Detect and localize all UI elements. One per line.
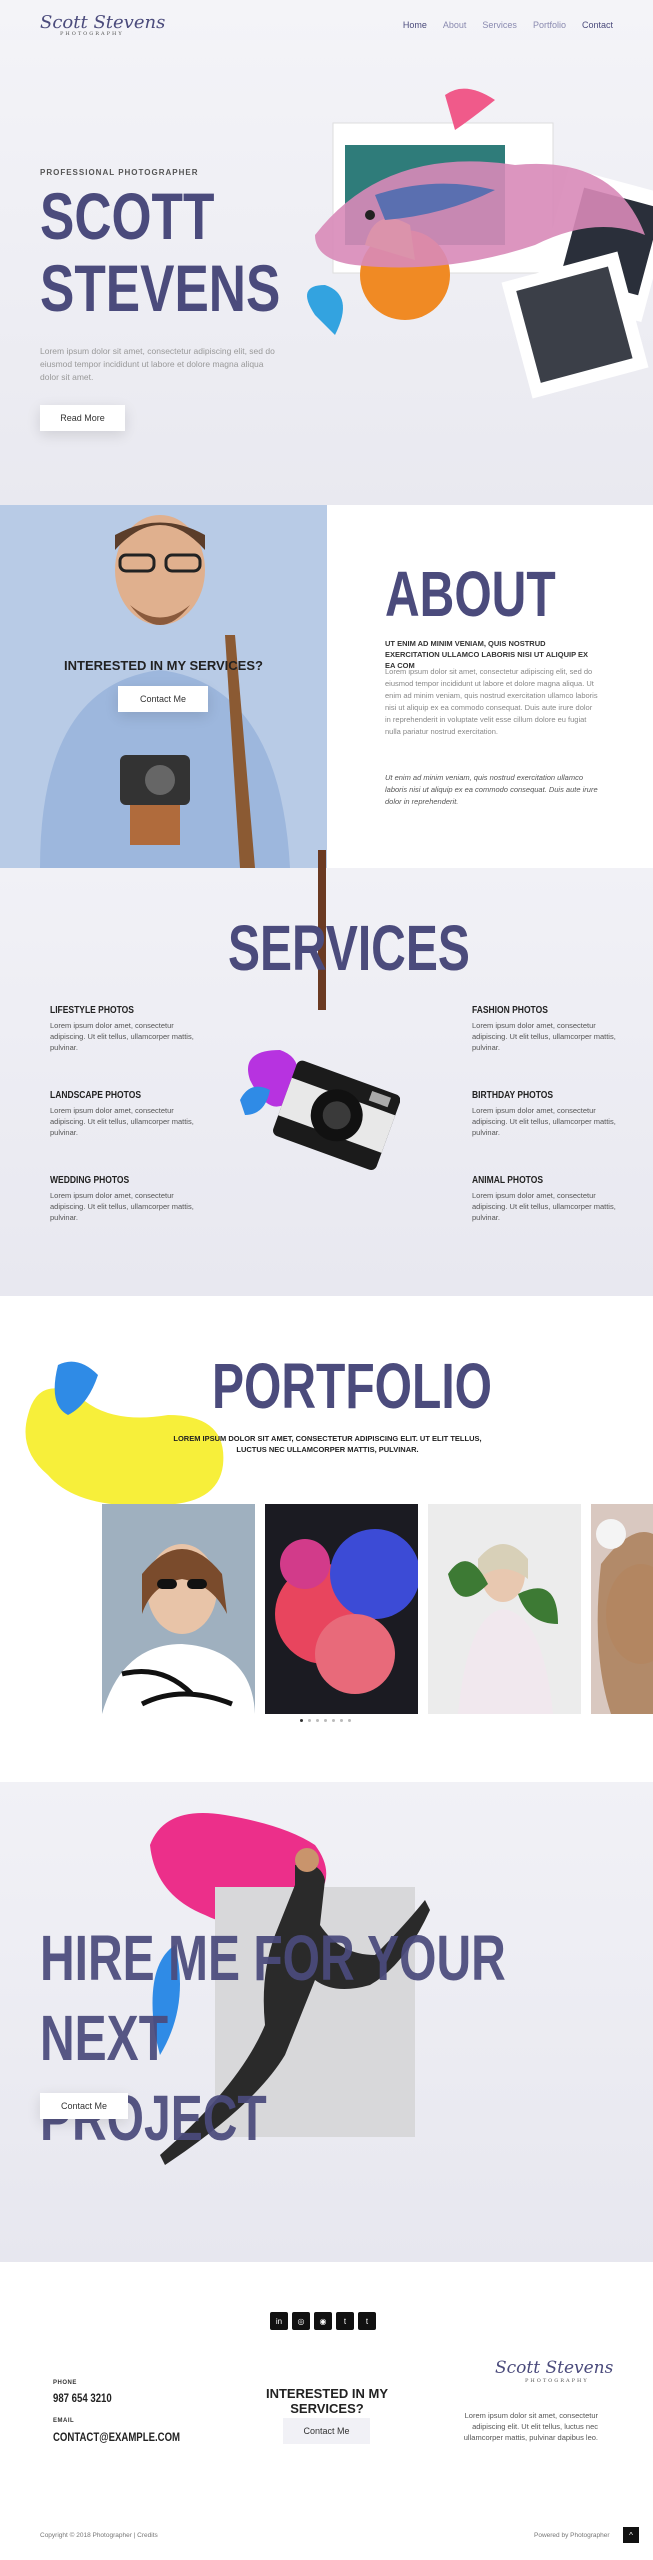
service-animal: ANIMAL PHOTOS Lorem ipsum dolor amet, co…: [472, 1175, 622, 1223]
portfolio-title: PORTFOLIO: [212, 1350, 492, 1422]
nav-about[interactable]: About: [443, 20, 467, 30]
about-body-italic: Ut enim ad minim veniam, quis nostrud ex…: [385, 773, 598, 806]
portfolio-image-4[interactable]: [591, 1504, 653, 1714]
hero-section: PROFESSIONAL PHOTOGRAPHER SCOTT STEVENS …: [0, 0, 653, 505]
hero-fish-artwork: [307, 88, 653, 399]
footer-logo-subtext: PHOTOGRAPHY: [525, 2378, 589, 2384]
service-wedding: WEDDING PHOTOS Lorem ipsum dolor amet, c…: [50, 1175, 200, 1223]
phone-label: PHONE: [53, 2380, 77, 2386]
hero-title: SCOTT STEVENS: [40, 180, 280, 324]
service-title: ANIMAL PHOTOS: [472, 1175, 544, 1186]
instagram-icon[interactable]: ◉: [314, 2312, 332, 2330]
logo-text: Scott Stevens: [40, 11, 166, 33]
carousel-dot[interactable]: [300, 1719, 303, 1722]
hero-title-line2: STEVENS: [40, 251, 281, 325]
service-text: Lorem ipsum dolor amet, consectetur adip…: [50, 1106, 194, 1137]
site-header: Scott Stevens PHOTOGRAPHY Home About Ser…: [0, 0, 653, 50]
carousel-dot[interactable]: [332, 1719, 335, 1722]
about-body: Lorem ipsum dolor sit amet, consectetur …: [385, 667, 598, 736]
nav-portfolio[interactable]: Portfolio: [533, 20, 566, 30]
service-text: Lorem ipsum dolor amet, consectetur adip…: [472, 1191, 616, 1222]
footer-cta-title: INTERESTED IN MY SERVICES?: [265, 2386, 389, 2416]
carousel-dots[interactable]: [300, 1719, 351, 1722]
site-logo[interactable]: Scott Stevens PHOTOGRAPHY: [40, 11, 166, 37]
portfolio-image-2[interactable]: [265, 1504, 418, 1714]
read-more-button[interactable]: Read More: [40, 405, 125, 431]
dribbble-icon[interactable]: ◎: [292, 2312, 310, 2330]
footer-about-text: Lorem ipsum dolor sit amet, consectetur …: [463, 2411, 598, 2442]
hire-title: HIRE ME FOR YOUR NEXT PROJECT: [40, 1918, 565, 2158]
portfolio-image-1[interactable]: [102, 1504, 255, 1714]
nav-services[interactable]: Services: [482, 20, 517, 30]
service-text: Lorem ipsum dolor amet, consectetur adip…: [50, 1021, 194, 1052]
about-title: ABOUT: [385, 558, 556, 630]
service-title: WEDDING PHOTOS: [50, 1175, 130, 1186]
footer-logo[interactable]: Scott Stevens PHOTOGRAPHY: [495, 2358, 613, 2384]
service-title: LANDSCAPE PHOTOS: [50, 1090, 142, 1101]
portfolio-text: LOREM IPSUM DOLOR SIT AMET, CONSECTETUR …: [173, 1434, 482, 1454]
linkedin-icon[interactable]: in: [270, 2312, 288, 2330]
twitter-icon[interactable]: t: [336, 2312, 354, 2330]
nav-contact[interactable]: Contact: [582, 20, 613, 30]
hero-text: Lorem ipsum dolor sit amet, consectetur …: [40, 346, 275, 382]
carousel-dot[interactable]: [324, 1719, 327, 1722]
hero-title-line1: SCOTT: [40, 179, 215, 253]
main-nav: Home About Services Portfolio Contact: [403, 20, 613, 30]
tumblr-icon[interactable]: t: [358, 2312, 376, 2330]
service-text: Lorem ipsum dolor amet, consectetur adip…: [50, 1191, 194, 1222]
footer-logo-text: Scott Stevens: [495, 2358, 614, 2378]
phone-value[interactable]: 987 654 3210: [53, 2391, 112, 2405]
carousel-dot[interactable]: [308, 1719, 311, 1722]
portfolio-image-3[interactable]: [428, 1504, 581, 1714]
hero-kicker: PROFESSIONAL PHOTOGRAPHER: [40, 168, 199, 177]
copyright: Copyright © 2018 Photographer | Credits: [40, 2532, 158, 2539]
hire-title-line1: HIRE ME FOR YOUR NEXT: [40, 1922, 506, 2074]
about-contact-button[interactable]: Contact Me: [118, 686, 208, 712]
nav-home[interactable]: Home: [403, 20, 427, 30]
service-title: BIRTHDAY PHOTOS: [472, 1090, 554, 1101]
email-value[interactable]: CONTACT@EXAMPLE.COM: [53, 2430, 180, 2444]
service-birthday: BIRTHDAY PHOTOS Lorem ipsum dolor amet, …: [472, 1090, 622, 1138]
service-text: Lorem ipsum dolor amet, consectetur adip…: [472, 1106, 616, 1137]
email-label: EMAIL: [53, 2418, 75, 2424]
carousel-dot[interactable]: [348, 1719, 351, 1722]
carousel-dot[interactable]: [340, 1719, 343, 1722]
carousel-dot[interactable]: [316, 1719, 319, 1722]
back-to-top-button[interactable]: ^: [623, 2527, 639, 2543]
camera-artwork: [240, 850, 400, 1171]
service-lifestyle: LIFESTYLE PHOTOS Lorem ipsum dolor amet,…: [50, 1005, 200, 1053]
powered-by: Powered by Photographer: [534, 2532, 610, 2539]
service-title: FASHION PHOTOS: [472, 1005, 548, 1016]
service-text: Lorem ipsum dolor amet, consectetur adip…: [472, 1021, 616, 1052]
services-title: SERVICES: [228, 912, 470, 984]
service-fashion: FASHION PHOTOS Lorem ipsum dolor amet, c…: [472, 1005, 622, 1053]
about-cta-title: INTERESTED IN MY SERVICES?: [64, 658, 263, 673]
service-landscape: LANDSCAPE PHOTOS Lorem ipsum dolor amet,…: [50, 1090, 200, 1138]
social-links: in ◎ ◉ t t: [270, 2312, 376, 2330]
hire-contact-button[interactable]: Contact Me: [40, 2093, 128, 2119]
service-title: LIFESTYLE PHOTOS: [50, 1005, 134, 1016]
footer-contact-button[interactable]: Contact Me: [283, 2418, 370, 2444]
